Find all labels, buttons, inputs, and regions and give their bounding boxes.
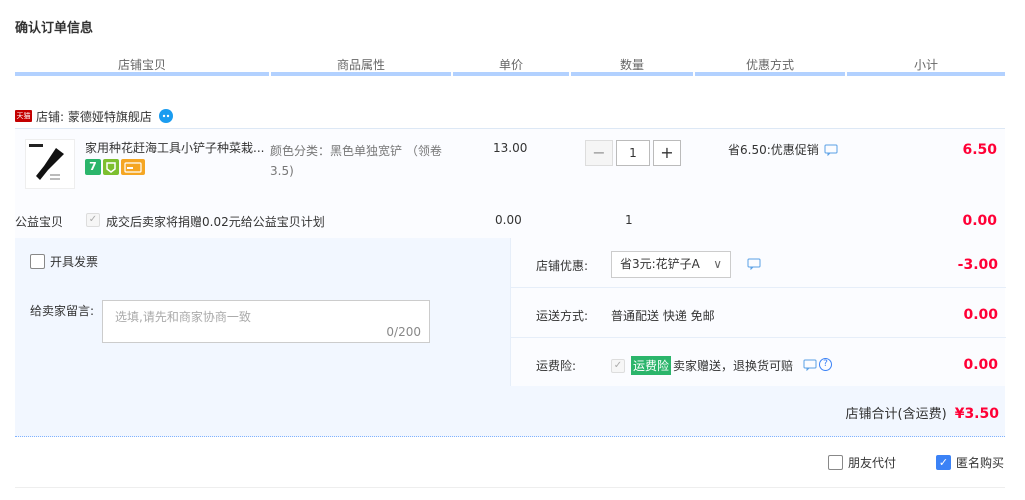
message-placeholder: 选填,请先和商家协商一致	[115, 310, 251, 324]
shop-discount-select[interactable]: 省3元:花铲子A ∨	[611, 251, 731, 278]
product-attributes: 颜色分类：黑色单独宽铲 （领卷3.5)	[270, 144, 442, 178]
help-icon[interactable]: ?	[819, 358, 832, 371]
charity-subtotal: 0.00	[962, 213, 997, 229]
order-summary: 店铺优惠: 省3元:花铲子A ∨ -3.00 运送方式: 普通配送 快递 免邮 …	[510, 238, 1006, 388]
anonymous-checkbox[interactable]: ✓	[936, 455, 951, 470]
page-title: 确认订单信息	[15, 21, 94, 36]
col-quantity: 数量	[619, 58, 644, 72]
unit-price: 13.00	[493, 141, 528, 155]
comment-icon[interactable]	[824, 144, 838, 156]
shop-row: 天猫 店铺: 蒙德娅特旗舰店	[15, 106, 174, 126]
header-line	[271, 72, 451, 76]
quantity-stepper: − 1 +	[585, 140, 681, 166]
shop-total-label: 店铺合计(含运费)	[845, 407, 947, 422]
wangwang-chat-icon[interactable]	[158, 108, 174, 124]
comment-icon[interactable]	[803, 359, 817, 371]
shop-name-link[interactable]: 店铺: 蒙德娅特旗舰店	[36, 108, 152, 125]
qty-input[interactable]: 1	[616, 140, 650, 166]
charity-qty: 1	[625, 213, 633, 227]
payment-options: 朋友代付 ✓ 匿名购买	[15, 454, 1005, 488]
col-attributes: 商品属性	[336, 58, 385, 72]
trowel-image	[29, 144, 64, 180]
service-badges: 7	[85, 159, 145, 175]
invoice-label: 开具发票	[50, 255, 99, 269]
shop-total: 店铺合计(含运费) ¥3.50	[846, 403, 999, 422]
shipping-row: 运送方式: 普通配送 快递 免邮 0.00	[511, 288, 1006, 338]
seven-day-return-icon: 7	[85, 159, 101, 175]
friend-pay-label: 朋友代付	[848, 456, 897, 470]
shop-discount-label: 店铺优惠:	[536, 259, 589, 273]
header-line	[695, 72, 845, 76]
tmall-logo-icon: 天猫	[15, 110, 32, 122]
header-line	[453, 72, 569, 76]
comment-icon[interactable]	[747, 258, 761, 270]
insurance-text: 卖家赠送，退换货可赔	[673, 359, 794, 373]
product-title-link[interactable]: 家用种花赶海工具小铲子种菜栽...	[85, 139, 270, 156]
shipping-value: 0.00	[963, 307, 998, 323]
promotion-text: 省6.50:优惠促销	[728, 143, 819, 157]
shop-total-value: ¥3.50	[954, 406, 999, 422]
anonymous-label: 匿名购买	[956, 456, 1005, 470]
charity-text: 成交后卖家将捐赠0.02元给公益宝贝计划	[106, 215, 325, 229]
col-shop-items: 店铺宝贝	[117, 58, 166, 72]
chevron-down-icon: ∨	[713, 257, 722, 271]
friend-pay-checkbox[interactable]	[828, 455, 843, 470]
header-line	[847, 72, 1005, 76]
insurance-value: 0.00	[963, 357, 998, 373]
qty-decrease-button[interactable]: −	[585, 140, 613, 166]
friend-pay-option[interactable]: 朋友代付	[828, 454, 896, 471]
shop-discount-selected: 省3元:花铲子A	[620, 257, 700, 271]
col-unit-price: 单价	[498, 58, 523, 72]
header-line	[571, 72, 693, 76]
insurance-label: 运费险:	[536, 359, 577, 373]
header-line	[15, 72, 269, 76]
column-header: 店铺宝贝 商品属性 单价 数量 优惠方式 小计	[15, 56, 1005, 76]
shipping-method: 普通配送 快递 免邮	[611, 309, 715, 323]
invoice-checkbox[interactable]	[30, 254, 45, 269]
message-char-count: 0/200	[386, 325, 421, 339]
guarantee-icon	[103, 159, 119, 175]
shipping-label: 运送方式:	[536, 309, 589, 323]
promotion-info: 省6.50:优惠促销	[728, 141, 838, 158]
charity-label: 公益宝贝	[15, 215, 64, 229]
buyer-options: 开具发票 给卖家留言: 选填,请先和商家协商一致 0/200	[15, 238, 510, 386]
shop-discount-row: 店铺优惠: 省3元:花铲子A ∨ -3.00	[511, 238, 1006, 288]
insurance-checkbox[interactable]: ✓	[611, 359, 625, 373]
order-options-panel: 开具发票 给卖家留言: 选填,请先和商家协商一致 0/200 店铺优惠: 省3元…	[15, 238, 1006, 437]
col-subtotal: 小计	[913, 58, 938, 72]
product-thumbnail[interactable]	[25, 139, 75, 189]
credit-card-icon	[121, 159, 145, 175]
invoice-option[interactable]: 开具发票	[30, 253, 98, 270]
insurance-icons: ?	[803, 358, 832, 371]
qty-increase-button[interactable]: +	[653, 140, 681, 166]
message-textarea[interactable]: 选填,请先和商家协商一致 0/200	[102, 300, 430, 343]
item-subtotal: 6.50	[962, 142, 997, 158]
insurance-row: 运费险: ✓ 运费险 卖家赠送，退换货可赔 ? 0.00	[511, 338, 1006, 388]
charity-checkbox[interactable]: ✓	[86, 213, 100, 227]
insurance-badge: 运费险	[631, 356, 672, 375]
charity-price: 0.00	[495, 213, 522, 227]
anonymous-option[interactable]: ✓ 匿名购买	[936, 454, 1004, 471]
col-discount: 优惠方式	[745, 58, 794, 72]
message-label: 给卖家留言:	[30, 304, 95, 318]
shop-discount-value: -3.00	[957, 257, 998, 273]
